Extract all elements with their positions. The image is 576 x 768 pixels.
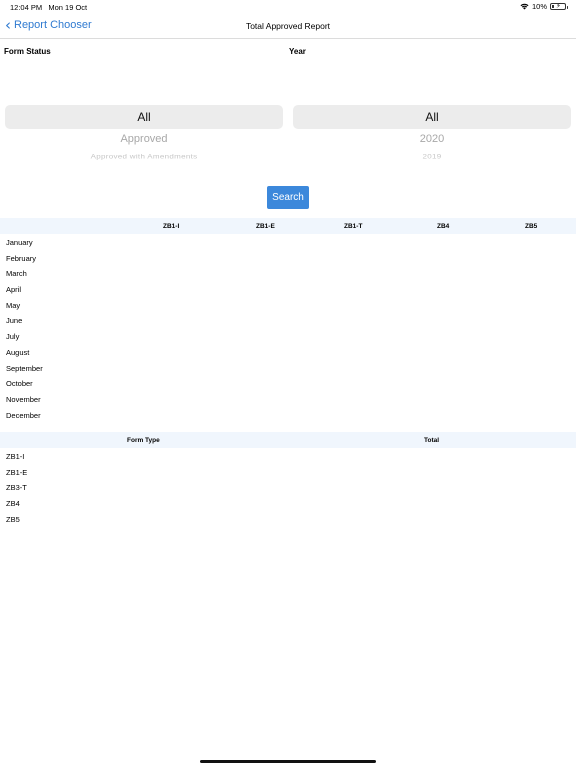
column-header-zb1-e: ZB1-E <box>256 223 275 230</box>
year-picker[interactable]: All 2020 2019 <box>293 100 571 170</box>
year-label: Year <box>289 47 306 56</box>
month-row-label: February <box>6 254 37 263</box>
form-status-picker[interactable]: All Approved Approved with Amendments <box>5 100 283 170</box>
form-type-row-label: ZB5 <box>6 515 20 524</box>
form-type-row-label: ZB3-T <box>6 483 27 492</box>
total-table-header: Form Type Total <box>0 432 576 448</box>
column-header-zb1-i: ZB1-I <box>163 223 180 230</box>
month-row-label: March <box>6 269 27 278</box>
picker-option[interactable]: Approved <box>5 133 283 145</box>
column-header-zb5: ZB5 <box>525 223 538 230</box>
form-type-row-label: ZB1-E <box>6 468 28 477</box>
battery-percent: 10% <box>531 2 547 11</box>
status-time: 12:04 PM Mon 19 Oct <box>10 3 87 12</box>
picker-option[interactable]: 2020 <box>293 133 571 145</box>
month-row-label: January <box>6 238 33 247</box>
status-bar: 12:04 PM Mon 19 Oct 10% ⚡ <box>0 0 576 14</box>
status-indicators: 10% ⚡ <box>520 2 568 11</box>
picker-option[interactable]: Approved with Amendments <box>5 153 283 160</box>
month-row-label: July <box>6 332 20 341</box>
month-row-label: November <box>6 395 41 404</box>
picker-option-selected[interactable]: All <box>293 110 571 124</box>
page-title: Total Approved Report <box>245 21 331 31</box>
month-row-label: October <box>6 379 33 388</box>
picker-option[interactable]: 2019 <box>293 153 571 160</box>
monthly-table-header: ZB1-I ZB1-E ZB1-T ZB4 ZB5 <box>0 218 576 234</box>
month-row-label: May <box>6 301 21 310</box>
column-header-zb1-t: ZB1-T <box>344 223 363 230</box>
navigation-bar: ‹ Report Chooser Total Approved Report <box>0 14 576 39</box>
form-status-label: Form Status <box>4 47 51 56</box>
month-row-label: April <box>6 285 22 294</box>
charging-bolt-icon: ⚡ <box>556 3 561 10</box>
column-header-zb4: ZB4 <box>437 223 450 230</box>
month-row-label: December <box>6 411 41 420</box>
wifi-icon <box>520 3 529 10</box>
home-indicator[interactable] <box>200 760 376 763</box>
month-row-label: August <box>6 348 30 357</box>
month-row-label: September <box>6 364 43 373</box>
column-header-total: Total <box>424 437 440 444</box>
picker-option-selected[interactable]: All <box>5 110 283 124</box>
form-type-row-label: ZB1-I <box>6 452 25 461</box>
form-type-row-label: ZB4 <box>6 499 20 508</box>
column-header-form-type: Form Type <box>127 437 160 444</box>
battery-icon: ⚡ <box>550 3 568 10</box>
month-row-label: June <box>6 316 23 325</box>
status-clock: 12:04 PM <box>10 3 43 12</box>
search-button[interactable]: Search <box>267 186 309 209</box>
status-date: Mon 19 Oct <box>48 3 88 12</box>
